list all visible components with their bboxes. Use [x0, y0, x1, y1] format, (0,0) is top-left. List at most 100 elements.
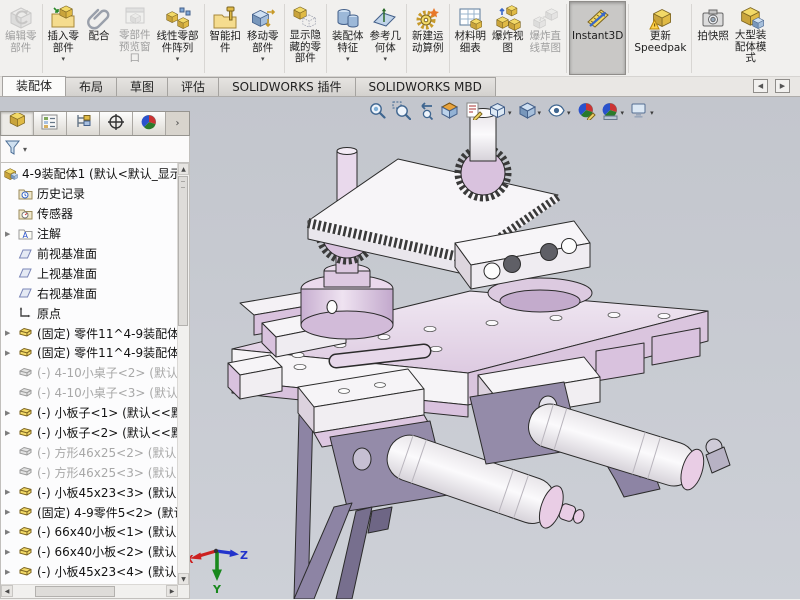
- edit-appearance-button[interactable]: [575, 99, 598, 126]
- section-view-icon: [440, 101, 459, 124]
- view-settings-button[interactable]: ▾: [628, 99, 657, 126]
- ribbon-button-label: Instant3D: [572, 31, 623, 43]
- tree-item[interactable]: ▶(-) 小板45x23<4> (默认<<!: [1, 562, 178, 582]
- tree-item[interactable]: ▶(固定) 零件11^4-9装配体1<: [1, 323, 178, 343]
- tree-item[interactable]: 原点: [1, 303, 178, 323]
- panel-tab-overflow[interactable]: ›: [166, 112, 189, 135]
- dropdown-caret-icon[interactable]: ▾: [261, 55, 265, 64]
- vertical-scroll-thumb[interactable]: [178, 176, 188, 326]
- dropdown-caret-icon[interactable]: ▾: [176, 55, 180, 64]
- instant3d-button[interactable]: Instant3D: [569, 1, 626, 75]
- tree-item[interactable]: (-) 方形46x25<3> (默认): [1, 462, 178, 482]
- horizontal-scroll-thumb[interactable]: [35, 586, 115, 597]
- tree-item[interactable]: ▶(-) 小板子<2> (默认<<默认: [1, 423, 178, 443]
- tree-item[interactable]: 前视基准面: [1, 244, 178, 264]
- collapse-pane-right-button[interactable]: ▶: [775, 79, 790, 93]
- expand-arrow-icon[interactable]: ▶: [5, 508, 10, 516]
- bom-button[interactable]: 材料明 细表: [452, 1, 490, 75]
- tree-item-label: (-) 方形46x25<2> (默认): [37, 444, 178, 461]
- tree-item[interactable]: ▶(-) 66x40小板<2> (默认<<!: [1, 542, 178, 562]
- dropdown-caret-icon[interactable]: ▾: [621, 109, 625, 117]
- tree-item[interactable]: 4-9装配体1 (默认<默认_显示状: [1, 164, 178, 184]
- expand-arrow-icon[interactable]: ▶: [5, 230, 10, 238]
- zoom-to-fit-button[interactable]: [366, 99, 389, 126]
- ribbon-button-label: 爆炸直 线草图: [530, 31, 562, 54]
- tab-布局[interactable]: 布局: [65, 77, 117, 96]
- expand-arrow-icon[interactable]: ▶: [5, 349, 10, 357]
- hide-show-items-button[interactable]: ▾: [545, 99, 574, 126]
- smart-fasteners-button[interactable]: 智能扣 件: [207, 1, 245, 75]
- tab-草图[interactable]: 草图: [116, 77, 168, 96]
- tab-SOLIDWORKS MBD[interactable]: SOLIDWORKS MBD: [355, 77, 496, 96]
- tree-horizontal-scrollbar[interactable]: ◀ ▶: [1, 584, 178, 598]
- tree-item[interactable]: ▶(固定) 零件11^4-9装配体1<: [1, 343, 178, 363]
- tree-item[interactable]: (-) 方形46x25<2> (默认): [1, 442, 178, 462]
- filter-funnel-icon[interactable]: [4, 139, 21, 160]
- expand-arrow-icon[interactable]: ▶: [5, 488, 10, 496]
- expand-arrow-icon[interactable]: ▶: [5, 329, 10, 337]
- annotation-views-button[interactable]: [462, 99, 485, 126]
- panel-tab-propertymanager[interactable]: [34, 112, 67, 135]
- tree-item[interactable]: 历史记录: [1, 184, 178, 204]
- update-speedpak-button[interactable]: 更新 Speedpak: [631, 1, 689, 75]
- tree-item[interactable]: ▶(固定) 4-9零件5<2> (默认<: [1, 502, 178, 522]
- panel-tab-configurationmanager[interactable]: [67, 112, 100, 135]
- dropdown-caret-icon[interactable]: ▾: [650, 109, 654, 117]
- show-hidden-button[interactable]: 显示隐 藏的零 部件: [287, 1, 325, 75]
- insert-component-button[interactable]: 插入零 部件▾: [45, 1, 83, 75]
- zoom-to-area-button[interactable]: [390, 99, 413, 126]
- tree-item[interactable]: 传感器: [1, 204, 178, 224]
- scroll-up-button[interactable]: ▲: [178, 163, 189, 175]
- dropdown-caret-icon[interactable]: ▾: [346, 55, 350, 64]
- dropdown-caret-icon[interactable]: ▾: [508, 109, 512, 117]
- headsup-toolbar: ▾ ▾ ▾ ▾ ▾: [366, 101, 657, 124]
- filter-caret-icon[interactable]: ▾: [23, 145, 27, 154]
- scroll-right-button[interactable]: ▶: [166, 585, 178, 597]
- dropdown-caret-icon[interactable]: ▾: [538, 109, 542, 117]
- large-assembly-mode-button[interactable]: 大型装 配体模 式: [732, 1, 770, 75]
- section-view-button[interactable]: [438, 99, 461, 126]
- exploded-view-button[interactable]: 爆炸视 图: [489, 1, 527, 75]
- dropdown-caret-icon[interactable]: ▾: [61, 55, 65, 64]
- expand-arrow-icon[interactable]: ▶: [5, 548, 10, 556]
- dropdown-caret-icon[interactable]: ▾: [567, 109, 571, 117]
- part-gray-icon: [18, 445, 33, 459]
- take-snapshot-button[interactable]: 拍快照: [694, 1, 732, 75]
- tab-SOLIDWORKS 插件[interactable]: SOLIDWORKS 插件: [218, 77, 355, 96]
- scroll-left-button[interactable]: ◀: [1, 585, 13, 597]
- linear-pattern-button[interactable]: 线性零部 件阵列▾: [154, 1, 202, 75]
- command-tab-row: 装配体布局草图评估SOLIDWORKS 插件SOLIDWORKS MBD ◀ ▶: [0, 77, 800, 97]
- tree-item[interactable]: 上视基准面: [1, 263, 178, 283]
- tree-item[interactable]: ▶(-) 小板45x23<3> (默认<<!: [1, 482, 178, 502]
- expand-arrow-icon[interactable]: ▶: [5, 409, 10, 417]
- dropdown-caret-icon[interactable]: ▾: [383, 55, 387, 64]
- tree-item[interactable]: (-) 4-10小桌子<2> (默认): [1, 363, 178, 383]
- tree-item[interactable]: ▶A注解: [1, 224, 178, 244]
- tree-item[interactable]: ▶(-) 66x40小板<1> (默认<<!: [1, 522, 178, 542]
- tree-item-label: 4-9装配体1 (默认<默认_显示状: [22, 165, 178, 182]
- panel-tab-displaymanager[interactable]: [133, 112, 166, 135]
- panel-tab-dimxpertmanager[interactable]: [100, 112, 133, 135]
- ribbon-separator: [284, 4, 285, 73]
- previous-view-button[interactable]: [414, 99, 437, 126]
- mate-button[interactable]: 配合: [82, 1, 116, 75]
- tree-item[interactable]: (-) 4-10小桌子<3> (默认): [1, 383, 178, 403]
- assembly-features-button[interactable]: 装配体 特征▾: [329, 1, 367, 75]
- tab-装配体[interactable]: 装配体: [2, 76, 66, 96]
- move-component-button[interactable]: 移动零 部件▾: [244, 1, 282, 75]
- expand-arrow-icon[interactable]: ▶: [5, 568, 10, 576]
- tree-item[interactable]: ▶(-) 小板子<1> (默认<<默认: [1, 403, 178, 423]
- display-style-button[interactable]: ▾: [516, 99, 545, 126]
- tab-评估[interactable]: 评估: [167, 77, 219, 96]
- motion-study-button[interactable]: 新建运 动算例: [409, 1, 447, 75]
- expand-arrow-icon[interactable]: ▶: [5, 429, 10, 437]
- apply-scene-button[interactable]: ▾: [599, 99, 628, 126]
- tree-item[interactable]: 右视基准面: [1, 283, 178, 303]
- view-orientation-button[interactable]: ▾: [486, 99, 515, 126]
- panel-tab-featuremanager[interactable]: [1, 112, 34, 135]
- tree-vertical-scrollbar[interactable]: ▲ ▼: [177, 163, 189, 585]
- reference-geometry-button[interactable]: 参考几 何体▾: [367, 1, 405, 75]
- collapse-pane-left-button[interactable]: ◀: [753, 79, 768, 93]
- scroll-down-button[interactable]: ▼: [178, 573, 189, 585]
- expand-arrow-icon[interactable]: ▶: [5, 528, 10, 536]
